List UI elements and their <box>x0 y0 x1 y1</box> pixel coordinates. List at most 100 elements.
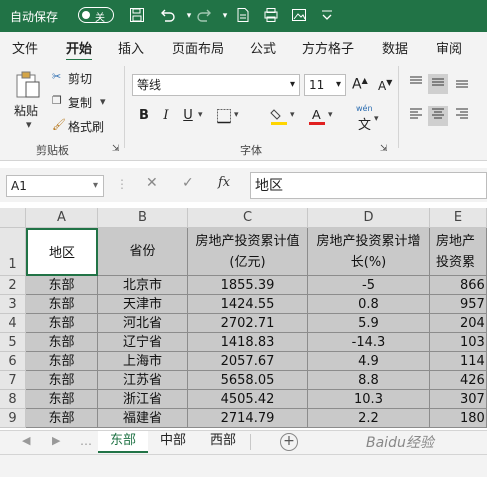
cell-e3[interactable]: 957 <box>430 295 487 314</box>
save-icon[interactable] <box>128 7 146 25</box>
borders-icon[interactable] <box>216 108 232 124</box>
cell-e7[interactable]: 426 <box>430 371 487 390</box>
row-header-1[interactable]: 1 <box>0 228 26 276</box>
cell-d9[interactable]: 2.2 <box>308 409 430 428</box>
cell-a7[interactable]: 东部 <box>26 371 98 390</box>
cell-b4[interactable]: 河北省 <box>98 314 188 333</box>
customize-toolbar-icon[interactable] <box>318 7 336 25</box>
cell-b2[interactable]: 北京市 <box>98 276 188 295</box>
image-icon[interactable] <box>290 7 308 25</box>
align-right-icon[interactable] <box>452 106 472 126</box>
select-all-corner[interactable] <box>0 208 26 228</box>
plus-icon[interactable]: + <box>280 433 298 451</box>
tab-review[interactable]: 审阅 <box>436 38 462 57</box>
cell-a1-selected[interactable]: 地区 <box>26 228 98 276</box>
clipboard-launcher-icon[interactable]: ⇲ <box>112 144 120 154</box>
cell-b3[interactable]: 天津市 <box>98 295 188 314</box>
paste-dropdown-icon[interactable]: ▾ <box>26 118 32 131</box>
cell-d3[interactable]: 0.8 <box>308 295 430 314</box>
tab-fangfang[interactable]: 方方格子 <box>302 38 354 57</box>
column-header-e[interactable]: E <box>430 208 487 228</box>
cell-a6[interactable]: 东部 <box>26 352 98 371</box>
cell-b7[interactable]: 江苏省 <box>98 371 188 390</box>
cell-d1[interactable]: 房地产投资累计增长(%) <box>308 228 430 276</box>
row-header[interactable]: 9 <box>0 409 26 428</box>
bold-button[interactable]: B <box>134 106 154 126</box>
format-painter-button[interactable]: 格式刷 <box>68 118 104 135</box>
insert-function-icon[interactable]: fx <box>218 175 230 190</box>
phonetic-guide-icon[interactable]: 文 <box>358 114 371 133</box>
cell-d7[interactable]: 8.8 <box>308 371 430 390</box>
align-top-icon[interactable] <box>406 74 426 94</box>
column-header-c[interactable]: C <box>188 208 308 228</box>
copy-dropdown-icon[interactable]: ▾ <box>100 95 106 108</box>
copy-button[interactable]: 复制 <box>68 94 92 111</box>
fill-color-dropdown-icon[interactable]: ▾ <box>290 110 295 120</box>
redo-dropdown-icon[interactable]: ▾ <box>216 7 234 25</box>
cell-d4[interactable]: 5.9 <box>308 314 430 333</box>
decrease-font-icon[interactable]: A▼ <box>378 78 392 93</box>
row-header[interactable]: 4 <box>0 314 26 333</box>
align-bottom-icon[interactable] <box>452 74 472 94</box>
paste-button[interactable]: 粘贴 <box>14 102 38 119</box>
column-header-a[interactable]: A <box>26 208 98 228</box>
cell-d2[interactable]: -5 <box>308 276 430 295</box>
column-header-d[interactable]: D <box>308 208 430 228</box>
cell-c8[interactable]: 4505.42 <box>188 390 308 409</box>
row-header[interactable]: 6 <box>0 352 26 371</box>
cell-c6[interactable]: 2057.67 <box>188 352 308 371</box>
worksheet-grid[interactable]: A B C D E 1 地区 省份 房地产投资累计值(亿元) 房地产投资累计增长… <box>0 208 487 430</box>
cell-c4[interactable]: 2702.71 <box>188 314 308 333</box>
cell-e2[interactable]: 866 <box>430 276 487 295</box>
borders-dropdown-icon[interactable]: ▾ <box>234 110 239 120</box>
cell-e8[interactable]: 307 <box>430 390 487 409</box>
font-color-dropdown-icon[interactable]: ▾ <box>328 110 333 120</box>
cell-a3[interactable]: 东部 <box>26 295 98 314</box>
row-header[interactable]: 5 <box>0 333 26 352</box>
cell-e5[interactable]: 103 <box>430 333 487 352</box>
cell-e4[interactable]: 204 <box>430 314 487 333</box>
underline-dropdown-icon[interactable]: ▾ <box>198 110 203 120</box>
font-size-select[interactable]: 11 ▾ <box>304 74 346 96</box>
phonetic-dropdown-icon[interactable]: ▾ <box>374 114 379 124</box>
redo-icon[interactable] <box>196 7 214 25</box>
print-preview-icon[interactable] <box>262 7 280 25</box>
cell-c1[interactable]: 房地产投资累计值(亿元) <box>188 228 308 276</box>
cell-d5[interactable]: -14.3 <box>308 333 430 352</box>
cell-a5[interactable]: 东部 <box>26 333 98 352</box>
fill-color-icon[interactable] <box>270 106 288 126</box>
tab-data[interactable]: 数据 <box>382 38 408 57</box>
font-launcher-icon[interactable]: ⇲ <box>380 144 388 154</box>
scroll-right-icon[interactable]: ▶ <box>52 434 60 447</box>
cut-button[interactable]: 剪切 <box>68 70 92 87</box>
autosave-toggle[interactable]: 关 <box>78 7 114 24</box>
cell-e1[interactable]: 房地产投资累计值 <box>430 228 487 276</box>
cell-d6[interactable]: 4.9 <box>308 352 430 371</box>
cell-b9[interactable]: 福建省 <box>98 409 188 428</box>
align-center-icon[interactable] <box>428 106 448 126</box>
cell-b8[interactable]: 浙江省 <box>98 390 188 409</box>
sheet-tab-central[interactable]: 中部 <box>150 431 196 453</box>
cell-b5[interactable]: 辽宁省 <box>98 333 188 352</box>
cell-a8[interactable]: 东部 <box>26 390 98 409</box>
tab-home[interactable]: 开始 <box>66 38 93 62</box>
cell-e9[interactable]: 180 <box>430 409 487 428</box>
cell-a2[interactable]: 东部 <box>26 276 98 295</box>
row-header[interactable]: 2 <box>0 276 26 295</box>
cancel-icon[interactable]: ✕ <box>146 175 158 191</box>
font-color-icon[interactable]: A <box>308 106 326 126</box>
cell-c7[interactable]: 5658.05 <box>188 371 308 390</box>
sheet-tab-east[interactable]: 东部 <box>98 431 148 453</box>
cell-e6[interactable]: 114 <box>430 352 487 371</box>
clipboard-icon[interactable] <box>14 70 42 100</box>
undo-icon[interactable] <box>158 7 176 25</box>
tab-file[interactable]: 文件 <box>12 38 38 57</box>
sheet-tab-west[interactable]: 西部 <box>200 431 246 453</box>
font-name-select[interactable]: 等线 ▾ <box>132 74 300 96</box>
tab-page-layout[interactable]: 页面布局 <box>172 38 224 57</box>
row-header[interactable]: 8 <box>0 390 26 409</box>
cell-d8[interactable]: 10.3 <box>308 390 430 409</box>
cell-c5[interactable]: 1418.83 <box>188 333 308 352</box>
cell-c2[interactable]: 1855.39 <box>188 276 308 295</box>
formula-input[interactable]: 地区 <box>250 172 487 199</box>
